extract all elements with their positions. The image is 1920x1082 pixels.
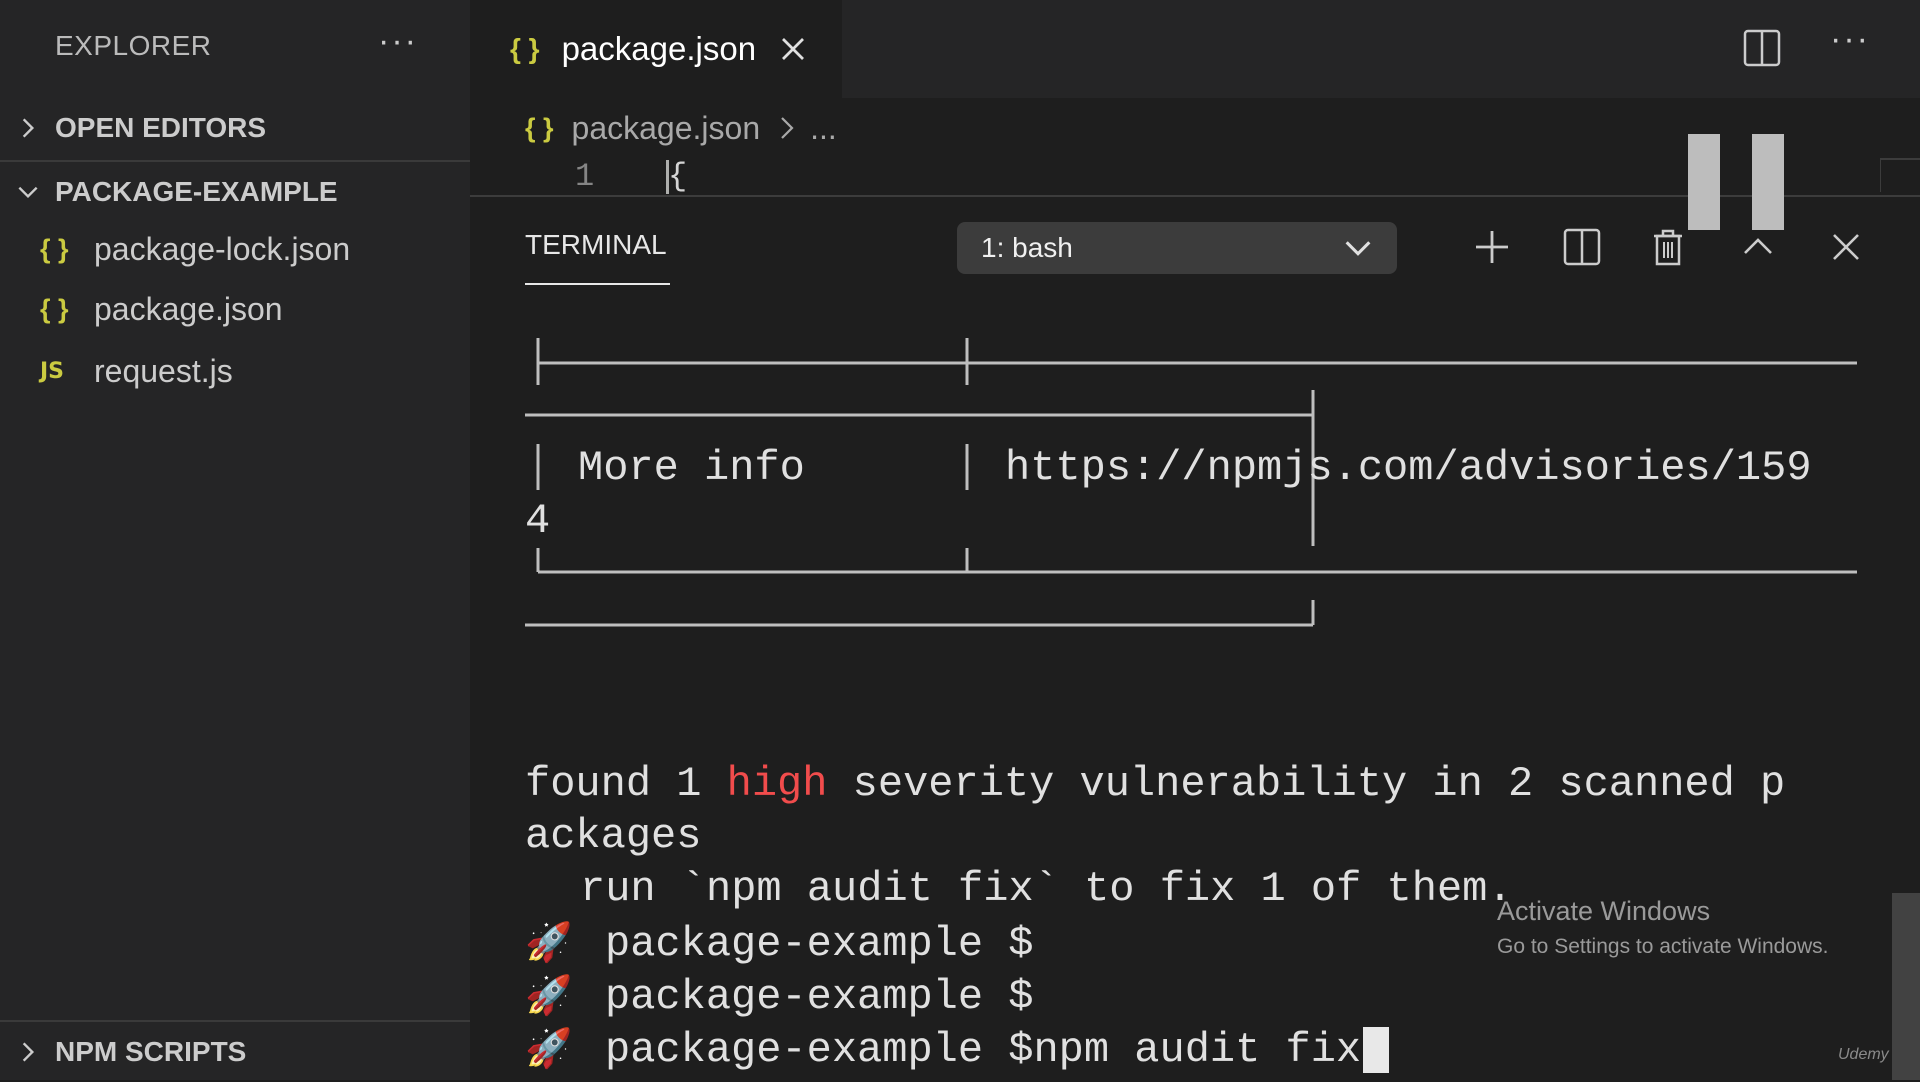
severity-high: high [726, 760, 828, 808]
open-editors-label: OPEN EDITORS [55, 112, 267, 143]
found-line-wrap: ackages [525, 812, 702, 860]
chevron-right-icon [0, 115, 55, 141]
line-number: 1 [575, 158, 595, 195]
chevron-up-icon[interactable] [1736, 225, 1780, 269]
tab-package-json[interactable]: { } package.json [470, 0, 842, 98]
file-item-request-js[interactable]: JS request.js [40, 343, 460, 399]
advisory-url[interactable]: https://npmjs.com/advisories/159 [1005, 442, 1812, 494]
file-item-package-lock[interactable]: { } package-lock.json [40, 221, 460, 277]
rocket-icon: 🚀 [525, 920, 573, 964]
terminal-cursor [1363, 1026, 1390, 1073]
terminal-selector-value: 1: bash [981, 232, 1073, 263]
editor-more-button[interactable]: ··· [1830, 20, 1870, 59]
json-file-icon: { } [510, 33, 540, 64]
close-icon[interactable] [1824, 225, 1868, 269]
breadcrumb-file[interactable]: package.json [572, 110, 761, 147]
prompt-command: package-example $npm audit fix [605, 1026, 1362, 1074]
terminal-scrollbar[interactable] [1892, 893, 1920, 1080]
chevron-right-icon [781, 117, 794, 139]
file-name: package-lock.json [94, 230, 351, 267]
pause-icon[interactable] [1752, 134, 1784, 230]
prompt-text: package-example $ [605, 973, 1034, 1021]
split-editor-icon[interactable] [1742, 28, 1782, 68]
file-name: request.js [94, 352, 233, 389]
minimap-edge [1880, 158, 1920, 192]
plus-icon[interactable] [1470, 225, 1514, 269]
breadcrumb-more[interactable]: ... [810, 110, 837, 147]
close-icon[interactable] [778, 34, 808, 64]
project-label: PACKAGE-EXAMPLE [55, 176, 338, 207]
run-hint-line: run `npm audit fix` to fix 1 of them. [580, 865, 1513, 913]
json-file-icon: { } [40, 293, 69, 324]
rocket-icon: 🚀 [525, 973, 573, 1017]
file-name: package.json [94, 290, 283, 327]
project-section[interactable]: PACKAGE-EXAMPLE [0, 160, 470, 222]
prompt-text: package-example $ [605, 920, 1034, 968]
js-file-icon: JS [40, 358, 65, 384]
chevron-down-icon [0, 179, 55, 205]
rocket-icon: 🚀 [525, 1026, 573, 1070]
chevron-down-icon [1345, 241, 1371, 256]
json-file-icon: { } [40, 233, 69, 264]
explorer-more-button[interactable]: ··· [378, 22, 418, 61]
explorer-title: EXPLORER [55, 30, 212, 61]
editor-cursor [666, 160, 669, 194]
prompt-line: 🚀 package-example $ [525, 969, 1033, 1021]
advisory-url-wrap: 4 [525, 497, 551, 545]
split-terminal-icon[interactable] [1560, 225, 1604, 269]
terminal-output[interactable]: More info https://npmjs.com/advisories/1… [470, 320, 1920, 1080]
trash-icon[interactable] [1646, 225, 1690, 269]
npm-scripts-section[interactable]: NPM SCRIPTS [0, 1020, 470, 1080]
found-suffix: severity vulnerability in 2 scanned p [827, 760, 1786, 808]
activation-watermark-title: Activate Windows [1497, 896, 1711, 926]
explorer-sidebar: EXPLORER ··· OPEN EDITORS PACKAGE-EXAMPL… [0, 0, 470, 1080]
found-prefix: found 1 [525, 760, 727, 808]
activation-watermark-subtitle: Go to Settings to activate Windows. [1497, 935, 1829, 958]
found-line: found 1 high severity vulnerability in 2… [525, 758, 1785, 810]
tab-label: package.json [561, 30, 757, 67]
json-file-icon: { } [525, 112, 554, 143]
code-text: { [668, 158, 688, 195]
file-item-package-json[interactable]: { } package.json [40, 281, 460, 337]
terminal-selector[interactable]: 1: bash [957, 222, 1397, 274]
chevron-right-icon [0, 1039, 55, 1065]
brand-logo: Udemy [1838, 1046, 1889, 1063]
pause-icon[interactable] [1688, 134, 1720, 230]
tab-terminal[interactable]: TERMINAL [525, 229, 667, 261]
npm-scripts-label: NPM SCRIPTS [55, 1036, 247, 1067]
open-editors-section[interactable]: OPEN EDITORS [0, 98, 470, 158]
prompt-line-active[interactable]: 🚀 package-example $npm audit fix [525, 1022, 1390, 1074]
editor-tab-bar: { } package.json ··· [470, 0, 1920, 98]
active-tab-indicator [525, 283, 670, 285]
more-info-label: More info [578, 444, 805, 492]
prompt-line: 🚀 package-example $ [525, 916, 1033, 968]
